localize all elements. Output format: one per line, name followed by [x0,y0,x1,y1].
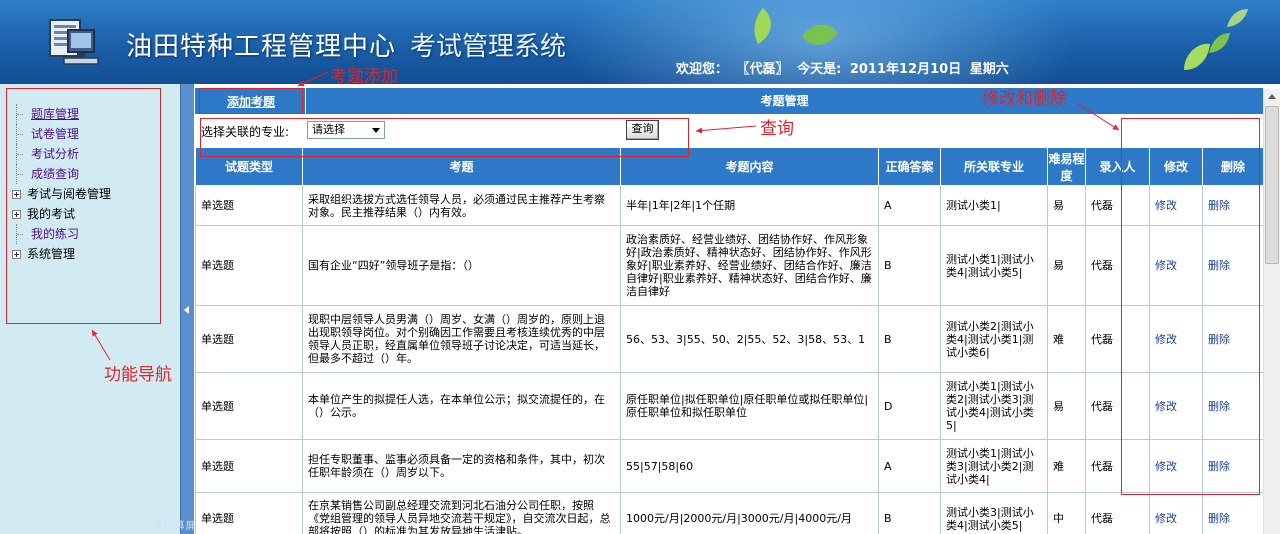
arrow-nav [91,329,111,361]
annotation-arrows [91,71,1120,361]
arrow-add [297,71,329,87]
arrow-edit-delete [1077,103,1120,131]
arrow-query [695,125,757,134]
